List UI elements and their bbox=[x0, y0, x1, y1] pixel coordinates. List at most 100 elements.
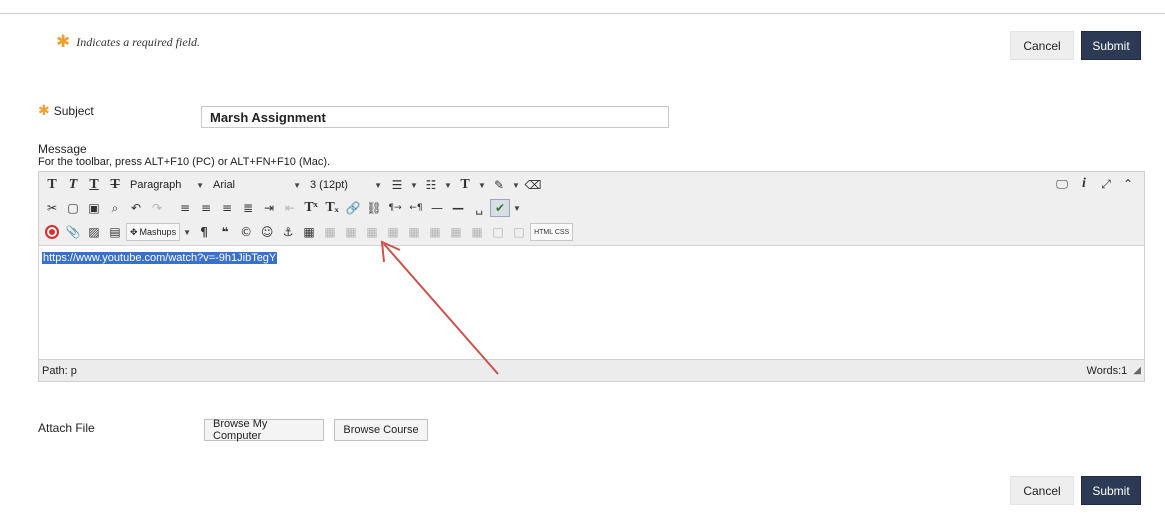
preview-icon[interactable]: 🖵 bbox=[1052, 174, 1072, 194]
fullscreen-icon[interactable]: ⤢ bbox=[1096, 174, 1116, 194]
eraser-icon[interactable]: ⌫ bbox=[523, 175, 543, 195]
chevron-down-icon[interactable]: ▼ bbox=[510, 176, 522, 194]
attachment-icon[interactable]: 📎 bbox=[63, 222, 83, 242]
chevron-down-icon[interactable]: ▼ bbox=[511, 199, 523, 217]
align-center-icon[interactable]: ≡ bbox=[196, 198, 216, 218]
unlink-icon[interactable]: ⛓ bbox=[364, 198, 384, 218]
superscript-icon[interactable]: Tˣ bbox=[301, 198, 321, 218]
rtl-icon[interactable]: ←¶ bbox=[406, 198, 426, 218]
toolbar-row-3: 📎 ▨ ▤ ✥ Mashups ▼ ¶ ❝ © ☺ ⚓ ▦ ▦ ▦ ▦ ▦ ▦ ▦… bbox=[42, 221, 574, 243]
mashups-icon: ✥ bbox=[130, 226, 138, 237]
youtube-badge bbox=[45, 225, 59, 239]
size-dropdown[interactable]: 3 (12pt) ▼ bbox=[306, 176, 386, 194]
toolbar-separator bbox=[168, 199, 174, 217]
insert-row-before-icon[interactable]: ▦ bbox=[362, 222, 382, 242]
chevron-down-icon: ▼ bbox=[374, 180, 382, 190]
strikethrough-icon[interactable]: T bbox=[105, 175, 125, 195]
mashups-label: Mashups bbox=[139, 227, 177, 237]
chevron-down-icon[interactable]: ▼ bbox=[442, 176, 454, 194]
split-cells-icon[interactable]: □ bbox=[488, 222, 508, 242]
find-icon[interactable]: ⌕ bbox=[105, 198, 125, 218]
youtube-icon[interactable] bbox=[42, 222, 62, 242]
cancel-button-top[interactable]: Cancel bbox=[1010, 31, 1074, 60]
browse-course-button[interactable]: Browse Course bbox=[334, 419, 428, 441]
table-icon[interactable]: ▦ bbox=[299, 222, 319, 242]
cut-icon[interactable]: ✂ bbox=[42, 198, 62, 218]
blockquote-icon[interactable]: ❝ bbox=[215, 222, 235, 242]
copyright-icon[interactable]: © bbox=[236, 222, 256, 242]
highlight-icon[interactable]: ✎ bbox=[489, 175, 509, 195]
horizontal-line-icon[interactable]: — bbox=[448, 198, 468, 218]
insert-row-after-icon[interactable]: ▦ bbox=[383, 222, 403, 242]
anchor-icon[interactable]: ⚓ bbox=[278, 222, 298, 242]
subscript-icon[interactable]: Tₓ bbox=[322, 198, 342, 218]
chevron-down-icon[interactable]: ▼ bbox=[181, 223, 193, 241]
insert-col-before-icon[interactable]: ▦ bbox=[425, 222, 445, 242]
resize-handle-icon[interactable]: ◢ bbox=[1133, 365, 1141, 376]
required-star-icon: ✱ bbox=[38, 103, 50, 119]
format-dropdown-value: Paragraph bbox=[130, 179, 182, 191]
insert-link-icon[interactable]: 🔗 bbox=[343, 198, 363, 218]
spellcheck-icon[interactable]: ✔ bbox=[490, 199, 510, 217]
mashups-dropdown[interactable]: ✥ Mashups bbox=[126, 223, 181, 241]
format-dropdown[interactable]: Paragraph ▼ bbox=[126, 176, 208, 194]
word-count-wrap: Words:1 ◢ bbox=[1087, 365, 1141, 377]
underline-icon[interactable]: T bbox=[84, 175, 104, 195]
top-divider bbox=[0, 13, 1165, 14]
table-cell-props-icon[interactable]: ▦ bbox=[341, 222, 361, 242]
info-icon[interactable]: i bbox=[1074, 174, 1094, 194]
numbered-list-icon[interactable]: ☷ bbox=[421, 175, 441, 195]
merge-cells-icon[interactable]: □ bbox=[509, 222, 529, 242]
redo-icon[interactable]: ↷ bbox=[147, 198, 167, 218]
editor-statusbar: Path: p Words:1 ◢ bbox=[39, 359, 1144, 381]
paste-icon[interactable]: ▣ bbox=[84, 198, 104, 218]
path-indicator: Path: p bbox=[42, 364, 77, 377]
nonbreaking-space-icon[interactable]: ␣ bbox=[469, 198, 489, 218]
italic-icon[interactable]: T bbox=[63, 175, 83, 195]
bullet-list-icon[interactable]: ☰ bbox=[387, 175, 407, 195]
indent-icon[interactable]: ⇥ bbox=[259, 198, 279, 218]
toolbar-right-tools: 🖵 i ⤢ ⌃ bbox=[1052, 174, 1138, 196]
collapse-icon[interactable]: ⌃ bbox=[1118, 174, 1138, 194]
justify-icon[interactable]: ≣ bbox=[238, 198, 258, 218]
browse-my-computer-button[interactable]: Browse My Computer bbox=[204, 418, 324, 442]
attach-file-label: Attach File bbox=[38, 421, 95, 435]
emoticon-icon[interactable]: ☺ bbox=[257, 222, 277, 242]
delete-col-icon[interactable]: ▦ bbox=[467, 222, 487, 242]
text-color-icon[interactable]: T bbox=[455, 175, 475, 195]
toolbar-row-2: ✂ ▢ ▣ ⌕ ↶ ↷ ≡ ≡ ≡ ≣ ⇥ ⇤ Tˣ Tₓ 🔗 ⛓ ¶→ ←¶ … bbox=[42, 197, 523, 219]
table-row-props-icon[interactable]: ▦ bbox=[320, 222, 340, 242]
align-left-icon[interactable]: ≡ bbox=[175, 198, 195, 218]
submit-button-bottom[interactable]: Submit bbox=[1081, 476, 1141, 505]
image-icon[interactable]: ▨ bbox=[84, 222, 104, 242]
chevron-down-icon[interactable]: ▼ bbox=[476, 176, 488, 194]
horizontal-rule-icon[interactable]: — bbox=[427, 198, 447, 218]
subject-label-text: Subject bbox=[53, 104, 94, 118]
font-dropdown[interactable]: Arial ▼ bbox=[209, 176, 305, 194]
copy-icon[interactable]: ▢ bbox=[63, 198, 83, 218]
size-dropdown-value: 3 (12pt) bbox=[310, 179, 348, 191]
align-right-icon[interactable]: ≡ bbox=[217, 198, 237, 218]
bold-icon[interactable]: T bbox=[42, 175, 62, 195]
pilcrow-icon[interactable]: ¶ bbox=[194, 222, 214, 242]
submit-button-top[interactable]: Submit bbox=[1081, 31, 1141, 60]
media-icon[interactable]: ▤ bbox=[105, 222, 125, 242]
word-count: Words:1 bbox=[1086, 364, 1128, 377]
required-field-note: ✱ Indicates a required field. bbox=[56, 34, 200, 51]
message-label: Message bbox=[38, 142, 87, 156]
editor-toolbar: T T T T Paragraph ▼ Arial ▼ 3 (12pt) ▼ ☰ ▼ … bbox=[39, 172, 1144, 246]
outdent-icon[interactable]: ⇤ bbox=[280, 198, 300, 218]
subject-input[interactable] bbox=[201, 106, 669, 128]
toolbar-help-text: For the toolbar, press ALT+F10 (PC) or A… bbox=[38, 156, 331, 168]
editor-content-area[interactable]: https://www.youtube.com/watch?v=-9h1JibT… bbox=[39, 247, 1144, 359]
selected-link-text[interactable]: https://www.youtube.com/watch?v=-9h1JibT… bbox=[42, 252, 278, 264]
ltr-icon[interactable]: ¶→ bbox=[385, 198, 405, 218]
html-css-button[interactable]: HTML CSS bbox=[530, 223, 574, 241]
chevron-down-icon: ▼ bbox=[196, 180, 204, 190]
undo-icon[interactable]: ↶ bbox=[126, 198, 146, 218]
chevron-down-icon[interactable]: ▼ bbox=[408, 176, 420, 194]
delete-row-icon[interactable]: ▦ bbox=[404, 222, 424, 242]
font-dropdown-value: Arial bbox=[213, 179, 236, 191]
insert-col-after-icon[interactable]: ▦ bbox=[446, 222, 466, 242]
cancel-button-bottom[interactable]: Cancel bbox=[1010, 476, 1074, 505]
